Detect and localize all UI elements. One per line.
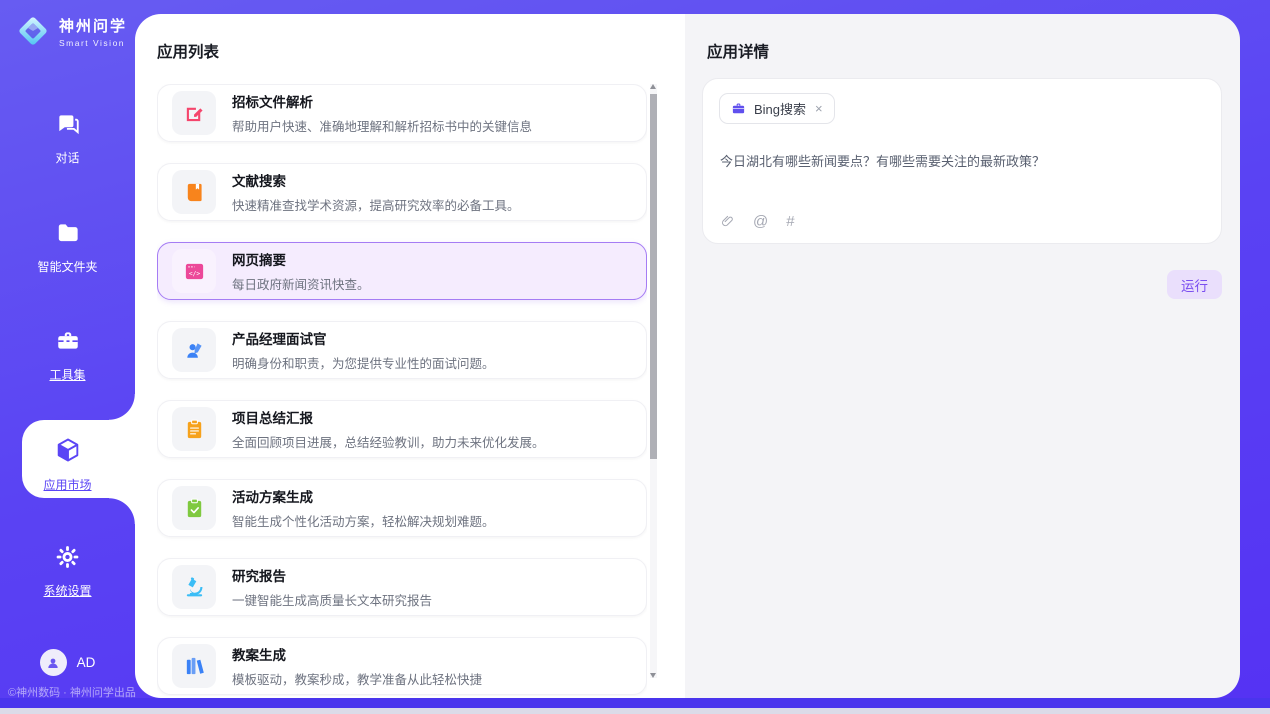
app-icon-tile — [172, 407, 216, 451]
app-description: 帮助用户快速、准确地理解和解析招标书中的关键信息 — [232, 116, 532, 135]
bottom-light-strip — [0, 708, 1270, 714]
app-list-scrollbar — [650, 84, 657, 678]
brand-name: 神州问学 — [59, 15, 127, 36]
app-description: 快速精准查找学术资源，提高研究效率的必备工具。 — [232, 195, 520, 214]
app-name: 网页摘要 — [232, 249, 370, 269]
app-description: 智能生成个性化活动方案，轻松解决规划难题。 — [232, 511, 495, 530]
hash-icon[interactable]: # — [786, 213, 794, 230]
run-button[interactable]: 运行 — [1167, 270, 1222, 299]
sidebar-item-label: 对话 — [0, 149, 135, 166]
svg-text:</>: </> — [188, 270, 199, 277]
app-card-web-summary[interactable]: </> 网页摘要 每日政府新闻资讯快查。 — [157, 242, 647, 300]
app-icon-tile — [172, 328, 216, 372]
app-card-event-plan[interactable]: 活动方案生成 智能生成个性化活动方案，轻松解决规划难题。 — [157, 479, 647, 537]
copyright-footer: ©神州数码 · 神州问学出品 — [8, 684, 136, 700]
app-list: 招标文件解析 帮助用户快速、准确地理解和解析招标书中的关键信息 文献搜索 快速精… — [157, 84, 647, 696]
app-card-bid-parsing[interactable]: 招标文件解析 帮助用户快速、准确地理解和解析招标书中的关键信息 — [157, 84, 647, 142]
app-name: 项目总结汇报 — [232, 407, 545, 427]
scrollbar-thumb[interactable] — [650, 94, 657, 459]
cube-icon — [53, 436, 83, 464]
app-list-panel: 应用列表 招标文件解析 帮助用户快速、准确地理解和解析招标书中的关键信息 — [135, 14, 685, 698]
sidebar-item-smart-folder[interactable]: 智能文件夹 — [0, 220, 135, 275]
microscope-icon — [183, 576, 206, 599]
tool-tag-bing-search[interactable]: Bing搜索 × — [719, 93, 835, 124]
app-icon-tile — [172, 644, 216, 688]
scrollbar-down-arrow[interactable] — [650, 673, 656, 678]
app-name: 文献搜索 — [232, 170, 520, 190]
content-area: 应用列表 招标文件解析 帮助用户快速、准确地理解和解析招标书中的关键信息 — [135, 14, 1240, 698]
app-card-lesson-plan[interactable]: 教案生成 模板驱动，教案秒成，教学准备从此轻松快捷 — [157, 637, 647, 695]
tool-tag-label: Bing搜索 — [754, 99, 806, 118]
sidebar-item-label: 系统设置 — [0, 582, 135, 599]
bottom-blue-strip — [0, 698, 1270, 708]
sidebar-item-label: 智能文件夹 — [0, 258, 135, 275]
briefcase-icon — [731, 101, 746, 116]
app-detail-panel: 应用详情 Bing搜索 × 今日湖北有哪些新闻要点？有哪些需要关注的最新政策？ — [685, 14, 1240, 698]
app-card-project-summary[interactable]: 项目总结汇报 全面回顾项目进展，总结经验教训，助力未来优化发展。 — [157, 400, 647, 458]
app-list-title: 应用列表 — [157, 40, 219, 62]
app-icon-tile — [172, 170, 216, 214]
folder-icon — [54, 220, 82, 246]
app-description: 全面回顾项目进展，总结经验教训，助力未来优化发展。 — [232, 432, 545, 451]
app-name: 教案生成 — [232, 644, 482, 664]
app-icon-tile — [172, 91, 216, 135]
books-icon — [183, 655, 206, 678]
app-description: 明确身份和职责，为您提供专业性的面试问题。 — [232, 353, 495, 372]
chat-icon — [54, 111, 82, 137]
composer-toolbar: @ # — [720, 213, 795, 230]
app-name: 活动方案生成 — [232, 486, 495, 506]
book-icon — [183, 181, 206, 204]
app-name: 产品经理面试官 — [232, 328, 495, 348]
sidebar-item-label: 应用市场 — [0, 476, 135, 493]
scrollbar-up-arrow[interactable] — [650, 84, 656, 89]
app-detail-title: 应用详情 — [707, 40, 769, 62]
app-description: 模板驱动，教案秒成，教学准备从此轻松快捷 — [232, 669, 482, 688]
clipboard-check-icon — [183, 497, 206, 520]
sidebar-item-toolset[interactable]: 工具集 — [0, 328, 135, 383]
mention-icon[interactable]: @ — [753, 213, 768, 230]
interviewer-icon — [183, 339, 206, 362]
diamond-logo-icon — [15, 13, 51, 49]
tool-tag-close-icon[interactable]: × — [815, 101, 823, 116]
app-card-literature-search[interactable]: 文献搜索 快速精准查找学术资源，提高研究效率的必备工具。 — [157, 163, 647, 221]
toolbox-icon — [54, 328, 82, 354]
browser-code-icon: </> — [183, 260, 206, 283]
app-description: 一键智能生成高质量长文本研究报告 — [232, 590, 432, 609]
app-name: 招标文件解析 — [232, 91, 532, 111]
sidebar-item-app-market[interactable]: 应用市场 — [0, 436, 135, 493]
app-icon-tile — [172, 565, 216, 609]
paperclip-icon[interactable] — [720, 213, 735, 230]
user-initials: AD — [77, 655, 96, 670]
brand-logo: 神州问学 Smart Vision — [15, 13, 127, 49]
user-account[interactable]: AD — [0, 649, 135, 676]
app-card-pm-interviewer[interactable]: 产品经理面试官 明确身份和职责，为您提供专业性的面试问题。 — [157, 321, 647, 379]
app-card-research-report[interactable]: 研究报告 一键智能生成高质量长文本研究报告 — [157, 558, 647, 616]
app-name: 研究报告 — [232, 565, 432, 585]
gear-icon — [54, 544, 81, 570]
clipboard-icon — [183, 418, 206, 441]
sidebar-item-settings[interactable]: 系统设置 — [0, 544, 135, 599]
pen-square-icon — [183, 102, 206, 125]
app-window: 神州问学 Smart Vision 对话 智能文件夹 — [0, 0, 1270, 714]
prompt-card: Bing搜索 × 今日湖北有哪些新闻要点？有哪些需要关注的最新政策？ @ # — [702, 78, 1222, 244]
brand-subtitle: Smart Vision — [59, 38, 127, 48]
avatar — [40, 649, 67, 676]
person-icon — [45, 655, 61, 671]
app-icon-tile — [172, 486, 216, 530]
sidebar-item-label: 工具集 — [0, 366, 135, 383]
sidebar: 神州问学 Smart Vision 对话 智能文件夹 — [0, 0, 135, 714]
app-icon-tile: </> — [172, 249, 216, 293]
sidebar-item-chat[interactable]: 对话 — [0, 111, 135, 166]
app-description: 每日政府新闻资讯快查。 — [232, 274, 370, 293]
query-text[interactable]: 今日湖北有哪些新闻要点？有哪些需要关注的最新政策？ — [720, 151, 1205, 170]
